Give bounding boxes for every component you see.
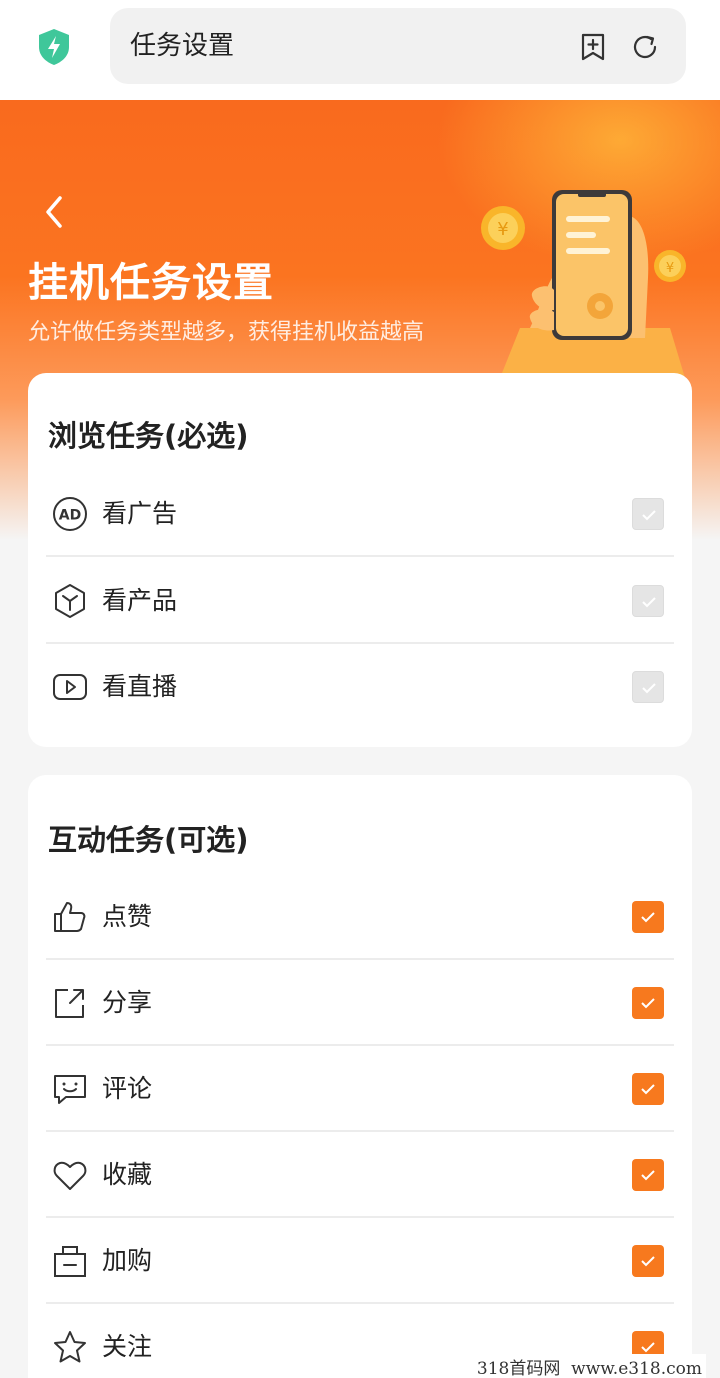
task-checkbox[interactable]: [632, 1159, 664, 1191]
comment-icon: [54, 1075, 86, 1104]
task-checkbox[interactable]: [632, 901, 664, 933]
share-icon: [55, 989, 84, 1018]
refresh-icon[interactable]: [630, 32, 660, 62]
task-label: 点赞: [102, 902, 153, 931]
browser-top-bar: 任务设置: [0, 0, 720, 100]
address-bar[interactable]: 任务设置: [110, 8, 686, 84]
chevron-left-icon[interactable]: [40, 192, 70, 232]
section-title-interaction: 互动任务(可选): [48, 823, 249, 857]
page-title: 任务设置: [130, 31, 235, 61]
task-row-like[interactable]: 点赞: [46, 874, 674, 960]
heart-icon: [53, 1161, 87, 1190]
shield-bolt-icon[interactable]: [36, 27, 72, 67]
svg-text:¥: ¥: [497, 219, 508, 240]
svg-text:¥: ¥: [666, 261, 674, 276]
task-checkbox-disabled: [632, 498, 664, 530]
task-checkbox-disabled: [632, 671, 664, 703]
shopping-bag-icon: [54, 1246, 86, 1277]
task-row-live: 看直播: [46, 644, 674, 730]
live-play-icon: [53, 674, 87, 700]
task-label: 看广告: [102, 499, 178, 528]
task-row-comment[interactable]: 评论: [46, 1046, 674, 1132]
ad-icon: AD: [53, 497, 87, 531]
phone-hand-illustration-icon: ¥ ¥: [481, 190, 686, 378]
task-row-share[interactable]: 分享: [46, 960, 674, 1046]
task-row-product: 看产品: [46, 558, 674, 644]
hero-subtitle: 允许做任务类型越多，获得挂机收益越高: [28, 320, 425, 345]
task-label: 看产品: [102, 586, 178, 615]
svg-text:AD: AD: [59, 508, 81, 524]
task-row-add-cart[interactable]: 加购: [46, 1218, 674, 1304]
task-label: 看直播: [102, 672, 178, 701]
cube-icon: [55, 584, 85, 618]
task-label: 关注: [102, 1332, 153, 1361]
task-row-favorite[interactable]: 收藏: [46, 1132, 674, 1218]
thumbs-up-icon: [54, 902, 86, 932]
task-checkbox[interactable]: [632, 1245, 664, 1277]
task-checkbox-disabled: [632, 585, 664, 617]
task-label: 评论: [102, 1074, 153, 1103]
interaction-tasks-card: 互动任务(可选) 点赞 分享 评论 收藏 加购 关注: [28, 775, 692, 1378]
section-title-browse: 浏览任务(必选): [48, 419, 249, 453]
task-checkbox[interactable]: [632, 1073, 664, 1105]
bookmark-add-icon[interactable]: [578, 32, 608, 62]
task-checkbox[interactable]: [632, 987, 664, 1019]
task-label: 收藏: [102, 1160, 153, 1189]
watermark: 318首码网 www.e318.com: [472, 1354, 706, 1378]
task-label: 加购: [102, 1246, 153, 1275]
star-icon: [54, 1331, 86, 1363]
browse-tasks-card: 浏览任务(必选) AD 看广告 看产品 看直播: [28, 373, 692, 747]
hero-title: 挂机任务设置: [28, 260, 274, 306]
task-label: 分享: [102, 988, 153, 1017]
task-row-ad: AD 看广告: [46, 471, 674, 557]
